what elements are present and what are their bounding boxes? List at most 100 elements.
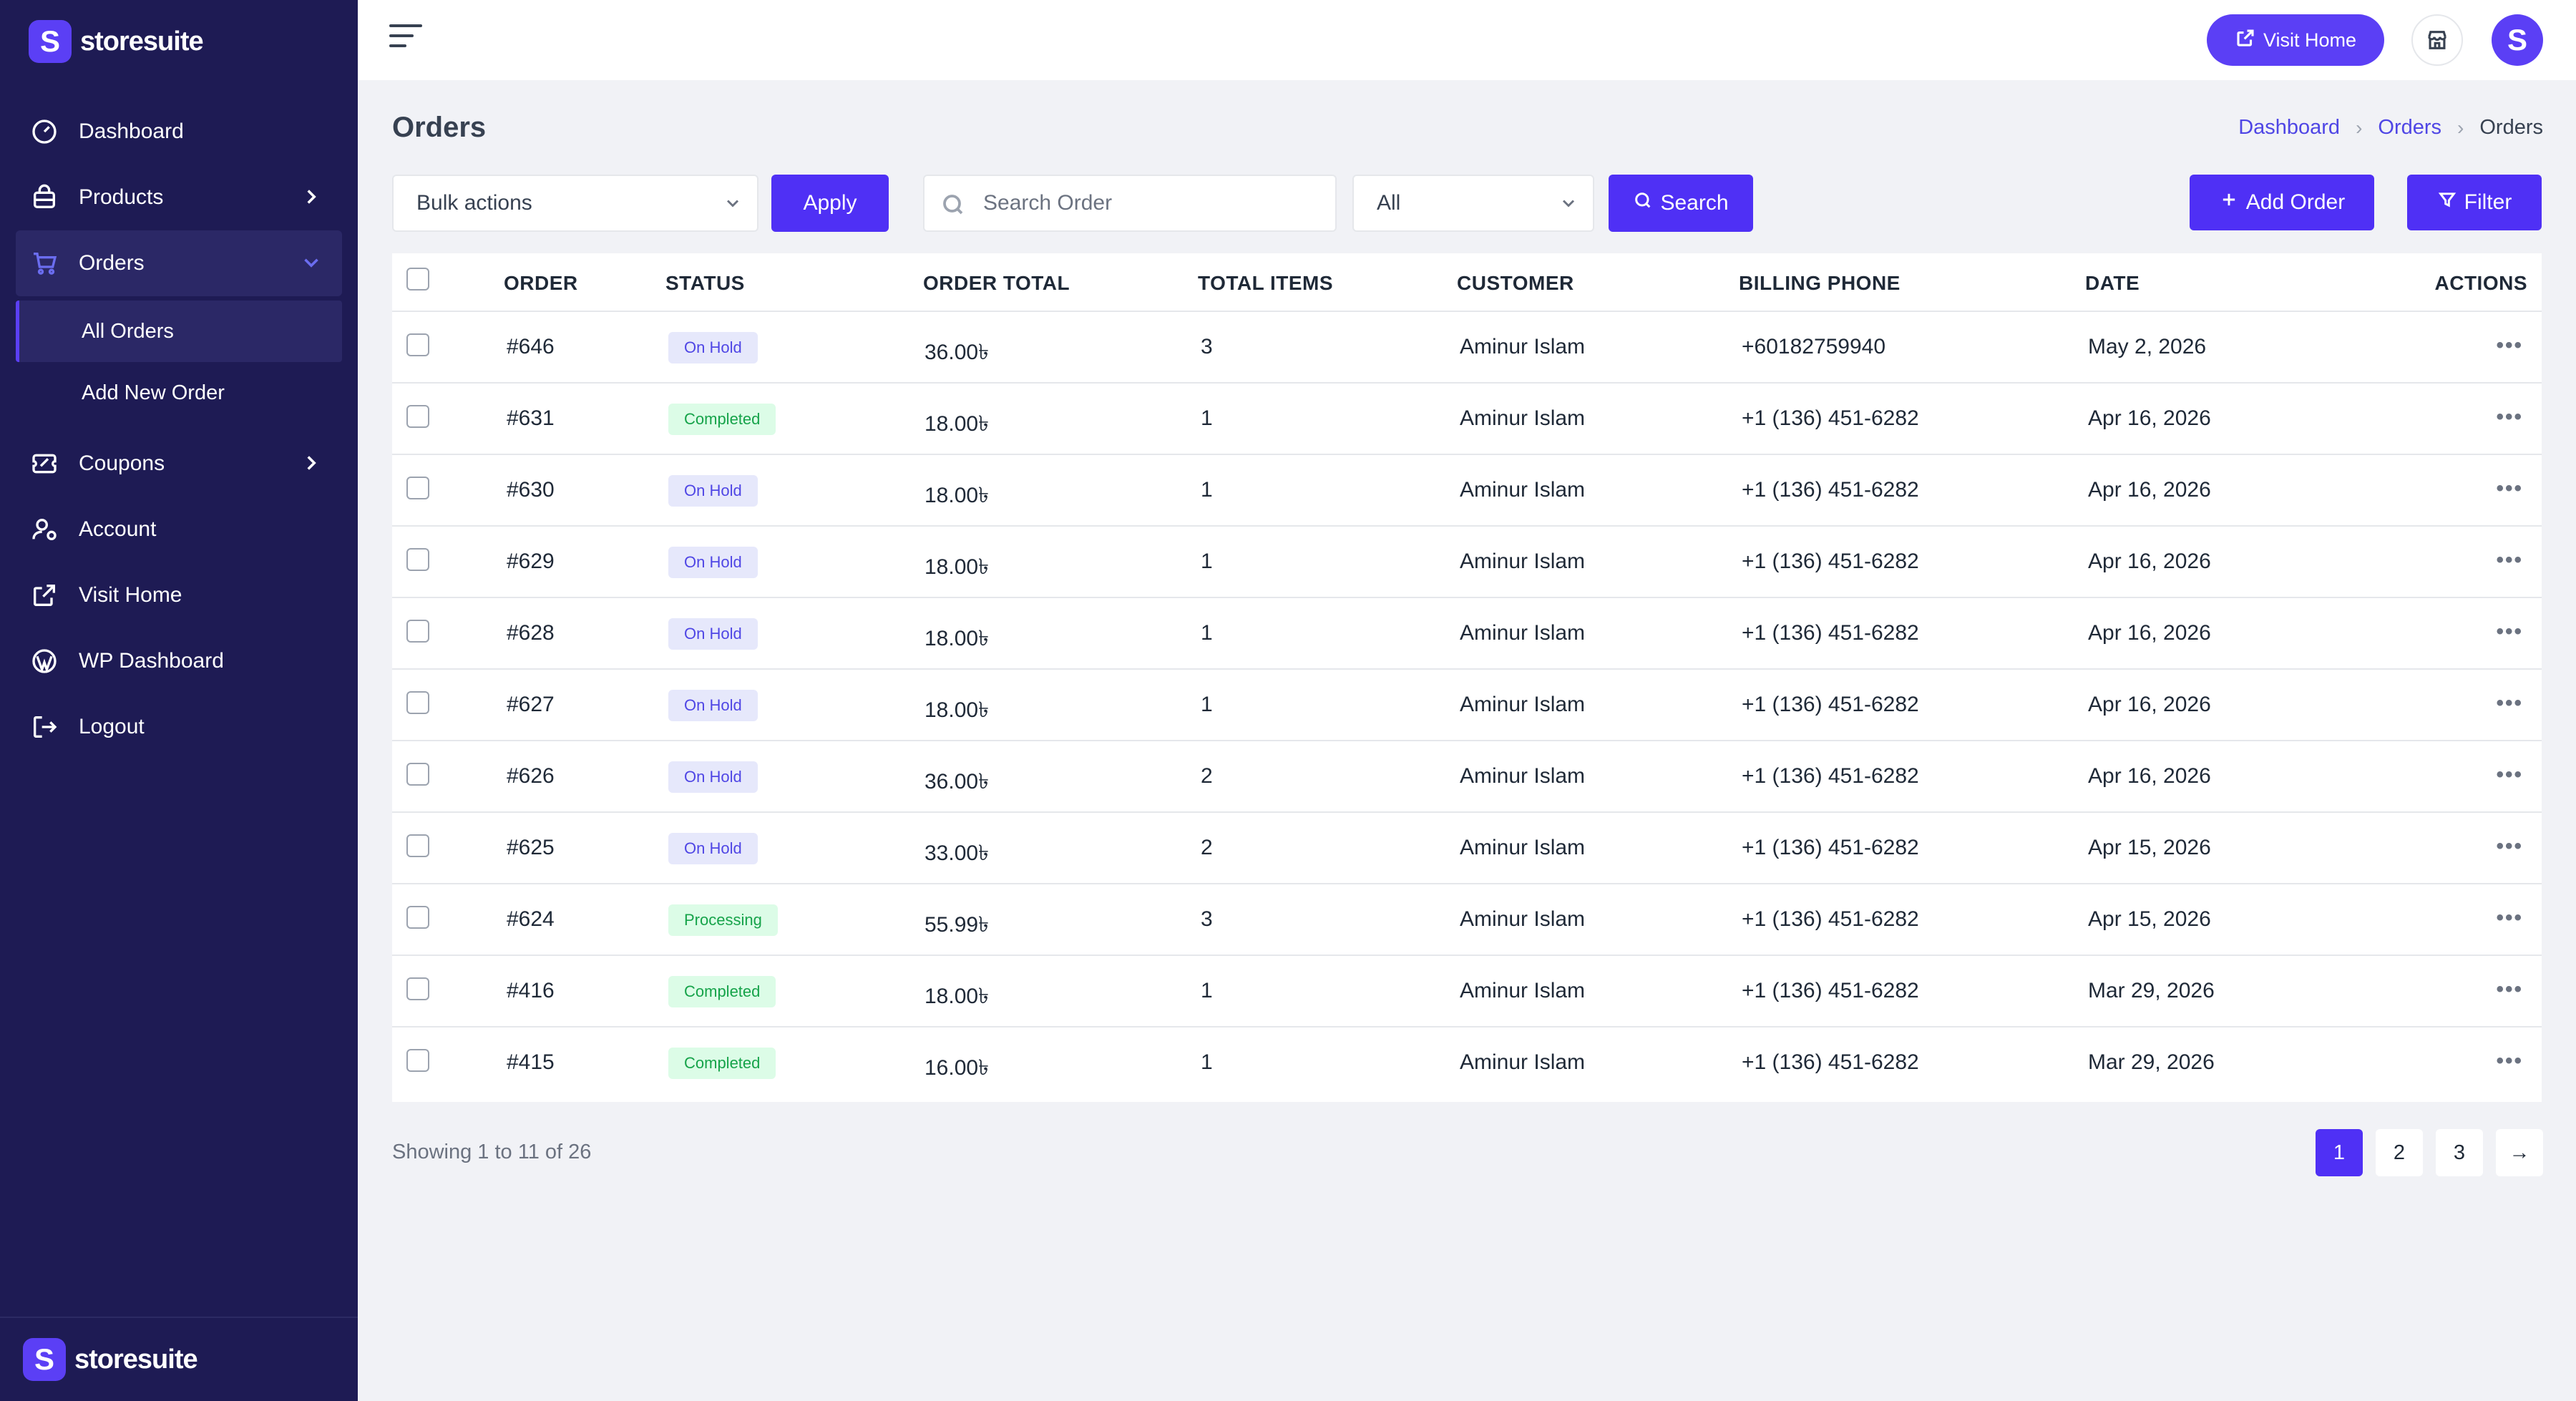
table-row[interactable]: #628 On Hold 18.00৳ 1 Aminur Islam +1 (136) 4… bbox=[392, 598, 2542, 670]
table-row[interactable]: #626 On Hold 36.00৳ 2 Aminur Islam +1 (136) 4… bbox=[392, 741, 2542, 813]
order-number[interactable]: #415 bbox=[507, 1050, 555, 1075]
breadcrumb-orders[interactable]: Orders bbox=[2378, 116, 2441, 140]
order-total: 33.00৳ bbox=[924, 841, 990, 865]
column-header-status[interactable]: STATUS bbox=[665, 272, 745, 295]
more-actions-icon[interactable]: ••• bbox=[2496, 548, 2523, 572]
order-number[interactable]: #625 bbox=[507, 836, 555, 860]
filter-button[interactable]: Filter bbox=[2407, 175, 2542, 230]
sidebar-item-account[interactable]: Account bbox=[0, 497, 358, 562]
sidebar-subitem-all-orders[interactable]: All Orders bbox=[16, 301, 342, 362]
more-actions-icon[interactable]: ••• bbox=[2496, 977, 2523, 1002]
more-actions-icon[interactable]: ••• bbox=[2496, 477, 2523, 501]
more-actions-icon[interactable]: ••• bbox=[2496, 763, 2523, 787]
add-order-button[interactable]: Add Order bbox=[2190, 175, 2374, 230]
more-actions-icon[interactable]: ••• bbox=[2496, 906, 2523, 930]
avatar[interactable]: S bbox=[2492, 14, 2543, 66]
row-checkbox[interactable] bbox=[406, 477, 429, 499]
table-row[interactable]: #416 Completed 18.00৳ 1 Aminur Islam +1 (136)… bbox=[392, 956, 2542, 1027]
column-header-billing-phone[interactable]: BILLING PHONE bbox=[1739, 272, 1901, 295]
column-header-date[interactable]: DATE bbox=[2085, 272, 2140, 295]
row-checkbox[interactable] bbox=[406, 620, 429, 643]
table-row[interactable]: #415 Completed 16.00৳ 1 Aminur Islam +1 (136)… bbox=[392, 1027, 2542, 1099]
menu-toggle-icon[interactable] bbox=[389, 24, 422, 53]
row-checkbox[interactable] bbox=[406, 834, 429, 857]
order-number[interactable]: #628 bbox=[507, 621, 555, 645]
table-row[interactable]: #629 On Hold 18.00৳ 1 Aminur Islam +1 (136) 4… bbox=[392, 527, 2542, 598]
search-icon bbox=[1633, 190, 1653, 216]
row-checkbox[interactable] bbox=[406, 906, 429, 929]
order-number[interactable]: #631 bbox=[507, 406, 555, 431]
page-button-3[interactable]: 3 bbox=[2436, 1129, 2483, 1176]
more-actions-icon[interactable]: ••• bbox=[2496, 691, 2523, 716]
search-icon bbox=[940, 192, 966, 218]
status-badge: On Hold bbox=[668, 690, 758, 721]
store-icon[interactable] bbox=[2411, 14, 2463, 66]
sidebar-item-orders[interactable]: Orders bbox=[16, 230, 342, 296]
sidebar-item-label: Coupons bbox=[79, 451, 165, 475]
more-actions-icon[interactable]: ••• bbox=[2496, 620, 2523, 644]
total-items: 1 bbox=[1201, 550, 1213, 573]
table-row[interactable]: #646 On Hold 36.00৳ 3 Aminur Islam +601827599… bbox=[392, 312, 2542, 384]
more-actions-icon[interactable]: ••• bbox=[2496, 405, 2523, 429]
order-number[interactable]: #629 bbox=[507, 550, 555, 574]
order-total: 18.00৳ bbox=[924, 698, 990, 722]
more-actions-icon[interactable]: ••• bbox=[2496, 1049, 2523, 1073]
order-number[interactable]: #630 bbox=[507, 478, 555, 502]
sidebar-item-wp-dashboard[interactable]: WP Dashboard bbox=[0, 628, 358, 694]
search-input[interactable] bbox=[983, 191, 1335, 215]
row-checkbox[interactable] bbox=[406, 1049, 429, 1072]
more-actions-icon[interactable]: ••• bbox=[2496, 834, 2523, 859]
order-number[interactable]: #646 bbox=[507, 335, 555, 359]
brand-logo[interactable]: S storesuite bbox=[29, 20, 204, 63]
column-header-customer[interactable]: CUSTOMER bbox=[1457, 272, 1574, 295]
more-actions-icon[interactable]: ••• bbox=[2496, 333, 2523, 358]
row-checkbox[interactable] bbox=[406, 763, 429, 786]
row-checkbox[interactable] bbox=[406, 548, 429, 571]
sidebar-item-dashboard[interactable]: Dashboard bbox=[0, 99, 358, 165]
select-all-checkbox[interactable] bbox=[406, 268, 429, 291]
sidebar: S storesuite Dashboard Products Orders A… bbox=[0, 0, 358, 1401]
table-row[interactable]: #625 On Hold 33.00৳ 2 Aminur Islam +1 (136) 4… bbox=[392, 813, 2542, 884]
column-header-order-total[interactable]: ORDER TOTAL bbox=[923, 272, 1070, 295]
column-header-order[interactable]: ORDER bbox=[504, 272, 578, 295]
bulk-actions-select[interactable]: Bulk actions bbox=[392, 175, 758, 232]
column-header-total-items[interactable]: TOTAL ITEMS bbox=[1198, 272, 1333, 295]
row-checkbox[interactable] bbox=[406, 333, 429, 356]
table-row[interactable]: #624 Processing 55.99৳ 3 Aminur Islam +1 (136… bbox=[392, 884, 2542, 956]
order-total: 18.00৳ bbox=[924, 627, 990, 650]
search-button[interactable]: Search bbox=[1609, 175, 1753, 232]
table-row[interactable]: #630 On Hold 18.00৳ 1 Aminur Islam +1 (136) 4… bbox=[392, 455, 2542, 527]
order-total: 18.00৳ bbox=[924, 412, 990, 436]
search-order-field[interactable] bbox=[923, 175, 1337, 232]
billing-phone: +1 (136) 451-6282 bbox=[1742, 764, 1919, 788]
order-total: 55.99৳ bbox=[924, 913, 990, 937]
sidebar-item-visit-home[interactable]: Visit Home bbox=[0, 562, 358, 628]
order-total: 36.00৳ bbox=[924, 770, 990, 794]
wordpress-icon bbox=[29, 645, 60, 677]
apply-button[interactable]: Apply bbox=[771, 175, 889, 232]
next-page-button[interactable]: → bbox=[2496, 1129, 2543, 1176]
row-checkbox[interactable] bbox=[406, 977, 429, 1000]
total-items: 1 bbox=[1201, 979, 1213, 1002]
row-checkbox[interactable] bbox=[406, 405, 429, 428]
table-row[interactable]: #631 Completed 18.00৳ 1 Aminur Islam +1 (136)… bbox=[392, 384, 2542, 455]
order-number[interactable]: #627 bbox=[507, 693, 555, 717]
page-button-1[interactable]: 1 bbox=[2316, 1129, 2363, 1176]
visit-home-button[interactable]: Visit Home bbox=[2207, 14, 2384, 66]
status-filter-select[interactable]: All bbox=[1352, 175, 1594, 232]
sidebar-item-coupons[interactable]: Coupons bbox=[0, 431, 358, 497]
order-number[interactable]: #624 bbox=[507, 907, 555, 932]
sidebar-subitem-add-new-order[interactable]: Add New Order bbox=[16, 362, 342, 424]
page-button-2[interactable]: 2 bbox=[2376, 1129, 2423, 1176]
total-items: 1 bbox=[1201, 406, 1213, 430]
sidebar-item-logout[interactable]: Logout bbox=[0, 694, 358, 760]
breadcrumb-dashboard[interactable]: Dashboard bbox=[2238, 116, 2340, 140]
sidebar-item-products[interactable]: Products bbox=[0, 165, 358, 230]
add-order-label: Add Order bbox=[2245, 190, 2346, 214]
row-checkbox[interactable] bbox=[406, 691, 429, 714]
order-number[interactable]: #626 bbox=[507, 764, 555, 789]
billing-phone: +1 (136) 451-6282 bbox=[1742, 907, 1919, 931]
order-total: 18.00৳ bbox=[924, 484, 990, 507]
order-number[interactable]: #416 bbox=[507, 979, 555, 1003]
table-row[interactable]: #627 On Hold 18.00৳ 1 Aminur Islam +1 (136) 4… bbox=[392, 670, 2542, 741]
